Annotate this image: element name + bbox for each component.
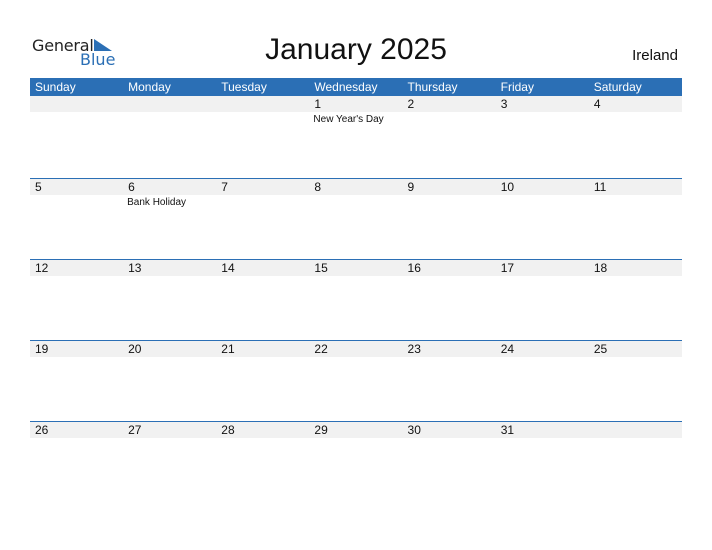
day-cell: 7 [216, 179, 309, 259]
day-number: 9 [407, 180, 415, 194]
day-number: 12 [35, 261, 49, 275]
day-cell: 22 [309, 341, 402, 421]
day-cell: 8 [309, 179, 402, 259]
week-row: 5 6 Bank Holiday 7 8 9 10 11 [30, 178, 682, 259]
weekday-saturday: Saturday [593, 80, 642, 94]
day-cell [123, 96, 216, 176]
day-cell: 14 [216, 260, 309, 340]
day-number: 4 [593, 97, 601, 111]
week-row: 19 20 21 22 23 24 25 [30, 340, 682, 421]
day-cell: 4 [589, 96, 682, 176]
day-cell: 1 New Year's Day [309, 96, 402, 176]
day-cell: 9 [403, 179, 496, 259]
weekday-tuesday: Tuesday [221, 80, 267, 94]
day-number: 29 [314, 423, 328, 437]
week-row: 12 13 14 15 16 17 18 [30, 259, 682, 340]
day-cell: 17 [496, 260, 589, 340]
day-cell: 20 [123, 341, 216, 421]
day-number: 14 [221, 261, 235, 275]
weekday-sunday: Sunday [35, 80, 76, 94]
weekday-monday: Monday [128, 80, 171, 94]
day-cell: 16 [403, 260, 496, 340]
day-number: 22 [314, 342, 328, 356]
weekday-wednesday: Wednesday [314, 80, 378, 94]
day-number: 18 [593, 261, 608, 275]
day-cell [216, 96, 309, 176]
day-cell: 6 Bank Holiday [123, 179, 216, 259]
day-cell: 24 [496, 341, 589, 421]
day-cell: 25 [589, 341, 682, 421]
day-number: 5 [35, 180, 42, 194]
day-cell: 27 [123, 422, 216, 502]
day-number: 21 [221, 342, 235, 356]
weekday-header: Sunday Monday Tuesday Wednesday Thursday Frid… [30, 78, 682, 96]
day-cell: 10 [496, 179, 589, 259]
day-cell: 19 [30, 341, 123, 421]
day-cell: 15 [309, 260, 402, 340]
day-cell: 18 [589, 260, 682, 340]
day-cell: 30 [403, 422, 496, 502]
day-cell: 3 [496, 96, 589, 176]
day-number: 17 [500, 261, 515, 275]
day-number: 16 [407, 261, 421, 275]
day-number: 10 [500, 180, 515, 194]
day-number: 26 [35, 423, 49, 437]
day-cell [589, 422, 682, 502]
day-cell: 21 [216, 341, 309, 421]
day-number: 11 [593, 180, 607, 194]
holiday-label: Bank Holiday [127, 197, 187, 208]
day-cell: 23 [403, 341, 496, 421]
day-number: 20 [128, 342, 142, 356]
day-number: 30 [407, 423, 421, 437]
day-number: 1 [314, 97, 322, 111]
day-cell: 5 [30, 179, 123, 259]
week-row: 26 27 28 29 30 31 [30, 421, 682, 502]
day-number: 27 [128, 423, 142, 437]
day-number: 3 [500, 97, 508, 111]
day-number: 2 [407, 97, 415, 111]
day-number: 13 [128, 261, 142, 275]
day-number: 15 [314, 261, 328, 275]
day-cell: 31 [496, 422, 589, 502]
holiday-label: New Year's Day [313, 114, 384, 125]
day-number: 31 [500, 423, 515, 437]
day-cell: 13 [123, 260, 216, 340]
day-number: 28 [221, 423, 235, 437]
day-number: 7 [221, 180, 228, 194]
week-row: 1 New Year's Day 2 3 4 [30, 96, 682, 176]
day-cell: 12 [30, 260, 123, 340]
day-number: 19 [35, 342, 49, 356]
day-cell: 11 [589, 179, 682, 259]
day-cell: 26 [30, 422, 123, 502]
day-number: 25 [593, 342, 608, 356]
day-cell [30, 96, 123, 176]
weekday-thursday: Thursday [407, 80, 458, 94]
day-cell: 2 [403, 96, 496, 176]
calendar-title: January 2025 [265, 33, 447, 66]
day-number: 24 [500, 342, 515, 356]
day-cell: 28 [216, 422, 309, 502]
country-label: Ireland [632, 47, 678, 64]
weekday-friday: Friday [500, 80, 534, 94]
day-number: 8 [314, 180, 322, 194]
day-number: 6 [128, 180, 135, 194]
day-cell: 29 [309, 422, 402, 502]
day-number: 23 [407, 342, 421, 356]
